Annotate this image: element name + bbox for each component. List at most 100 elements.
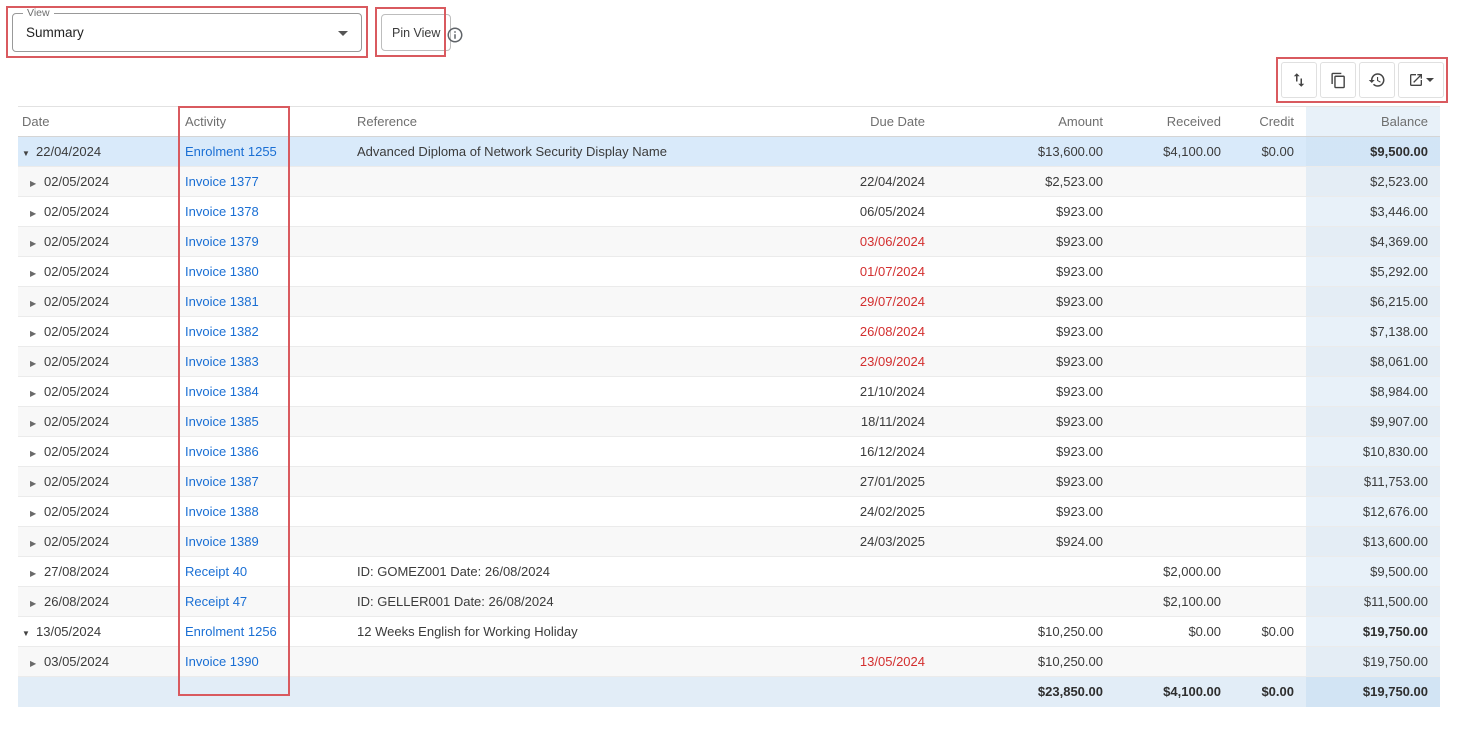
activity-link[interactable]: Invoice 1385: [185, 414, 259, 429]
cell-amount: $13,600.00: [937, 137, 1115, 167]
activity-link[interactable]: Invoice 1380: [185, 264, 259, 279]
cell-received: $0.00: [1115, 617, 1233, 647]
expand-row-icon[interactable]: ▶: [30, 179, 44, 188]
activity-link[interactable]: Invoice 1381: [185, 294, 259, 309]
activity-link[interactable]: Invoice 1382: [185, 324, 259, 339]
pin-view-button[interactable]: Pin View: [381, 14, 451, 51]
activity-link[interactable]: Enrolment 1255: [185, 144, 277, 159]
cell-reference: [353, 347, 817, 377]
cell-reference: [353, 257, 817, 287]
transaction-row: ▶02/05/2024Invoice 138518/11/2024$923.00…: [18, 407, 1440, 437]
cell-amount: $923.00: [937, 347, 1115, 377]
transaction-row: ▶02/05/2024Invoice 138226/08/2024$923.00…: [18, 317, 1440, 347]
cell-balance-value: $19,750.00: [1306, 647, 1440, 677]
cell-credit: [1233, 227, 1306, 257]
date-text: 02/05/2024: [44, 474, 109, 489]
cell-amount: $923.00: [937, 377, 1115, 407]
activity-link[interactable]: Invoice 1386: [185, 444, 259, 459]
column-header-balance[interactable]: Balance: [1306, 107, 1440, 137]
cell-received: [1115, 407, 1233, 437]
transaction-row: ▶02/05/2024Invoice 138727/01/2025$923.00…: [18, 467, 1440, 497]
expand-row-icon[interactable]: ▶: [30, 659, 44, 668]
history-button[interactable]: [1359, 62, 1395, 98]
expand-row-icon[interactable]: ▶: [30, 209, 44, 218]
expand-row-icon[interactable]: ▶: [30, 419, 44, 428]
cell-date: ▼13/05/2024: [18, 617, 181, 647]
activity-link[interactable]: Invoice 1384: [185, 384, 259, 399]
cell-credit: [1233, 647, 1306, 677]
column-header-amount[interactable]: Amount: [937, 107, 1115, 137]
totals-row: $23,850.00$4,100.00$0.00$19,750.00: [18, 677, 1440, 707]
column-header-activity[interactable]: Activity: [181, 107, 353, 137]
cell-balance-value: $12,676.00: [1306, 497, 1440, 527]
activity-link[interactable]: Invoice 1377: [185, 174, 259, 189]
activity-link[interactable]: Receipt 47: [185, 594, 247, 609]
cell-amount: $923.00: [937, 287, 1115, 317]
expand-row-icon[interactable]: ▶: [30, 449, 44, 458]
cell-activity: Invoice 1388: [181, 497, 353, 527]
unfold-rows-button[interactable]: [1281, 62, 1317, 98]
column-header-due[interactable]: Due Date: [817, 107, 937, 137]
cell-due-date: 13/05/2024: [817, 647, 937, 677]
expand-row-icon[interactable]: ▶: [30, 599, 44, 608]
info-icon[interactable]: [446, 26, 464, 44]
cell-due-date: 23/09/2024: [817, 347, 937, 377]
expand-row-icon[interactable]: ▶: [30, 269, 44, 278]
cell-due-date: 22/04/2024: [817, 167, 937, 197]
cell-reference: [353, 227, 817, 257]
cell-received: $2,100.00: [1115, 587, 1233, 617]
activity-link[interactable]: Invoice 1387: [185, 474, 259, 489]
cell-balance-value: $2,523.00: [1306, 167, 1440, 197]
cell-credit: $0.00: [1233, 137, 1306, 167]
activity-link[interactable]: Invoice 1390: [185, 654, 259, 669]
cell-balance-value: $11,500.00: [1306, 587, 1440, 617]
activity-link[interactable]: Invoice 1383: [185, 354, 259, 369]
cell-due-date: [817, 137, 937, 167]
export-button[interactable]: [1398, 62, 1444, 98]
transaction-row: ▶02/05/2024Invoice 138129/07/2024$923.00…: [18, 287, 1440, 317]
copy-icon: [1330, 72, 1347, 89]
date-text: 13/05/2024: [36, 624, 101, 639]
column-header-date[interactable]: Date: [18, 107, 181, 137]
expand-row-icon[interactable]: ▶: [30, 539, 44, 548]
activity-link[interactable]: Invoice 1388: [185, 504, 259, 519]
column-header-reference[interactable]: Reference: [353, 107, 817, 137]
collapse-row-icon[interactable]: ▼: [22, 629, 36, 638]
expand-row-icon[interactable]: ▶: [30, 479, 44, 488]
transaction-row: ▶03/05/2024Invoice 139013/05/2024$10,250…: [18, 647, 1440, 677]
cell-reference: [353, 167, 817, 197]
cell-reference: 12 Weeks English for Working Holiday: [353, 617, 817, 647]
expand-row-icon[interactable]: ▶: [30, 359, 44, 368]
view-select[interactable]: View Summary: [12, 13, 362, 52]
copy-button[interactable]: [1320, 62, 1356, 98]
transaction-row: ▶02/05/2024Invoice 138323/09/2024$923.00…: [18, 347, 1440, 377]
total-balance: $19,750.00: [1306, 677, 1440, 707]
cell-activity: Enrolment 1256: [181, 617, 353, 647]
collapse-row-icon[interactable]: ▼: [22, 149, 36, 158]
cell-balance-value: $11,753.00: [1306, 467, 1440, 497]
cell-date: ▶02/05/2024: [18, 467, 181, 497]
expand-row-icon[interactable]: ▶: [30, 329, 44, 338]
cell-received: [1115, 527, 1233, 557]
cell-reference: [353, 287, 817, 317]
activity-link[interactable]: Receipt 40: [185, 564, 247, 579]
date-text: 02/05/2024: [44, 414, 109, 429]
activity-link[interactable]: Invoice 1389: [185, 534, 259, 549]
activity-link[interactable]: Invoice 1378: [185, 204, 259, 219]
cell-date: ▶02/05/2024: [18, 377, 181, 407]
column-header-credit[interactable]: Credit: [1233, 107, 1306, 137]
cell-reference: [353, 317, 817, 347]
column-header-received[interactable]: Received: [1115, 107, 1233, 137]
expand-row-icon[interactable]: ▶: [30, 569, 44, 578]
expand-row-icon[interactable]: ▶: [30, 389, 44, 398]
cell-date: ▶02/05/2024: [18, 167, 181, 197]
cell-date: ▶02/05/2024: [18, 287, 181, 317]
activity-link[interactable]: Invoice 1379: [185, 234, 259, 249]
cell-received: [1115, 647, 1233, 677]
expand-row-icon[interactable]: ▶: [30, 299, 44, 308]
activity-link[interactable]: Enrolment 1256: [185, 624, 277, 639]
expand-row-icon[interactable]: ▶: [30, 239, 44, 248]
expand-row-icon[interactable]: ▶: [30, 509, 44, 518]
cell-due-date: [817, 617, 937, 647]
cell-amount: $923.00: [937, 407, 1115, 437]
